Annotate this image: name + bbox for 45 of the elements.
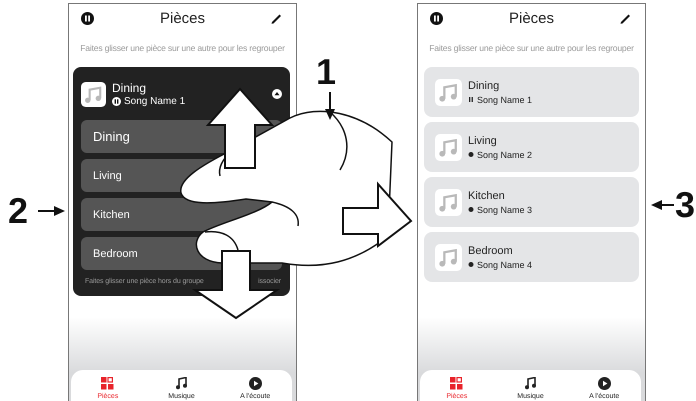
screen-title: Pièces <box>508 10 554 26</box>
room-name: Kitchen <box>468 190 506 202</box>
room-name[interactable]: Dining <box>93 129 130 144</box>
grid-icon <box>101 377 114 390</box>
room-name: Living <box>468 134 498 146</box>
step-number: 2 <box>8 193 28 229</box>
music-note-icon <box>435 188 462 216</box>
pencil-icon <box>271 12 282 24</box>
music-note-icon <box>435 244 462 270</box>
room-card[interactable]: Living Song Name 2 <box>424 122 639 172</box>
music-note-icon <box>435 134 462 160</box>
pointer-arrow <box>38 206 65 216</box>
song-name: Song Name 2 <box>477 150 532 160</box>
room-name: Bedroom <box>468 244 514 256</box>
music-note-icon <box>81 82 106 106</box>
room-card[interactable]: Bedroom Song Name 4 <box>424 232 639 282</box>
step-number: 3 <box>675 187 696 223</box>
room-card[interactable]: Dining Song Name 1 <box>424 67 639 117</box>
screen-title: Pièces <box>160 10 206 26</box>
pointer-arrow <box>651 200 674 210</box>
play-icon <box>598 377 611 390</box>
room-card[interactable]: Kitchen Song Name 3 <box>424 177 639 227</box>
music-note-icon <box>435 78 462 106</box>
pause-icon <box>81 12 94 24</box>
room-name[interactable]: Living <box>93 170 122 182</box>
play-icon <box>248 377 262 390</box>
group-name: Dining <box>112 81 148 95</box>
music-note-icon <box>174 377 188 390</box>
song-name: Song Name 1 <box>124 96 186 107</box>
pencil-icon <box>620 12 631 24</box>
step-number: 1 <box>316 54 336 90</box>
right-arrow <box>342 181 412 248</box>
grid-icon <box>450 377 464 390</box>
music-note-icon <box>524 377 537 390</box>
hint-text: Faites glisser une pièce sur une autre pour les regrouper <box>79 42 286 54</box>
song-name: Song Name 4 <box>477 260 532 270</box>
room-name: Dining <box>468 80 500 92</box>
pointer-arrow <box>325 92 335 120</box>
room-name[interactable]: Bedroom <box>93 248 138 260</box>
song-name: Song Name 3 <box>477 204 532 214</box>
pause-icon <box>430 12 443 24</box>
hint-text: Faites glisser une pièce sur une autre pour les regrouper <box>428 42 635 54</box>
eject-icon <box>272 89 282 99</box>
song-name: Song Name 1 <box>477 94 532 104</box>
room-name[interactable]: Kitchen <box>93 208 130 220</box>
